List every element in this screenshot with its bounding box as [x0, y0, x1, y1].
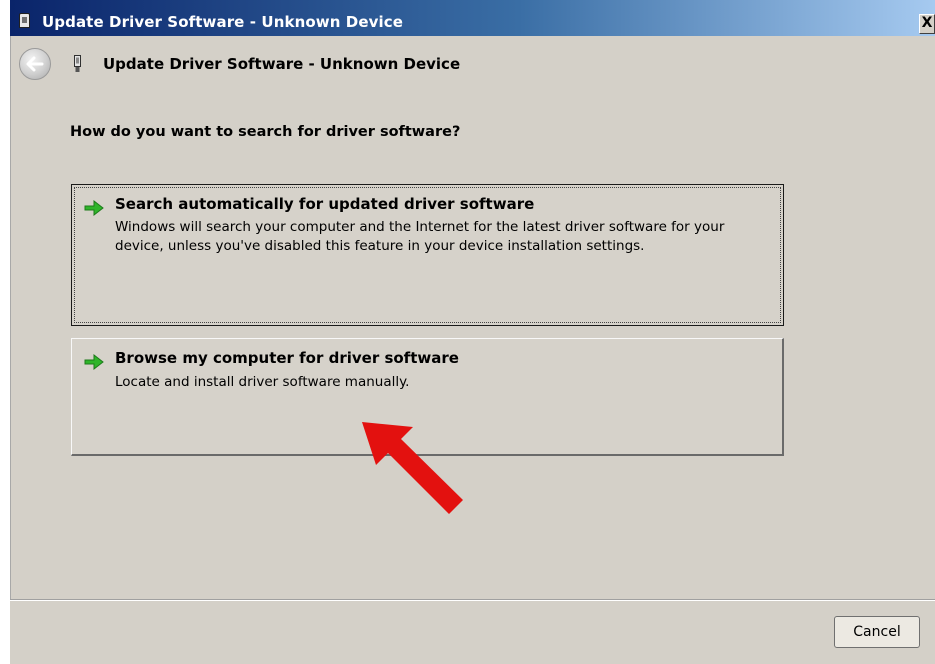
back-button[interactable] — [19, 48, 51, 80]
red-pointer-arrow-icon — [362, 422, 463, 514]
option-title: Browse my computer for driver software — [115, 349, 459, 367]
device-icon — [19, 13, 30, 28]
dialog-footer: Cancel — [10, 601, 935, 664]
green-arrow-icon — [84, 199, 104, 217]
window-title: Update Driver Software - Unknown Device — [42, 13, 404, 31]
title-bar[interactable]: Update Driver Software - Unknown Device … — [10, 0, 935, 36]
update-driver-dialog: Update Driver Software - Unknown Device … — [10, 0, 935, 664]
back-arrow-icon — [26, 56, 44, 72]
search-question: How do you want to search for driver sof… — [70, 124, 461, 140]
cancel-button[interactable]: Cancel — [834, 616, 920, 648]
option-description: Locate and install driver software manua… — [115, 374, 410, 390]
option-description: Windows will search your computer and th… — [115, 219, 725, 254]
search-automatically-option[interactable]: Search automatically for updated driver … — [71, 184, 784, 326]
dialog-content: Update Driver Software - Unknown Device … — [10, 36, 935, 599]
page-title: Update Driver Software - Unknown Device — [103, 55, 461, 73]
usb-device-icon — [74, 55, 81, 72]
green-arrow-icon — [84, 353, 104, 371]
option-title: Search automatically for updated driver … — [115, 195, 535, 213]
close-button[interactable]: X — [919, 14, 935, 34]
